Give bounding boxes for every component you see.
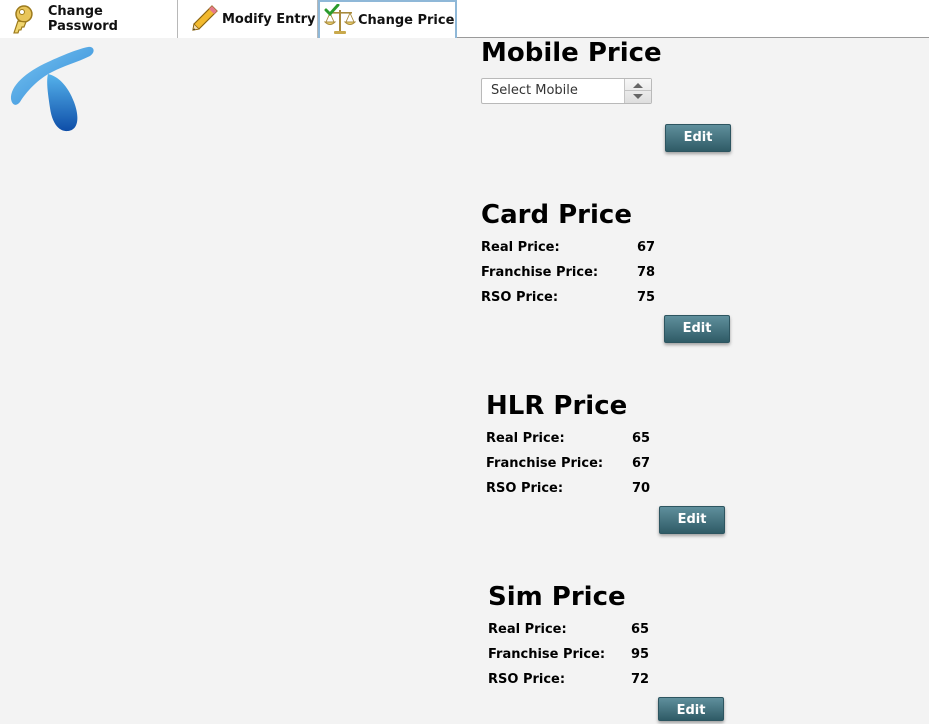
arrow-up-icon — [633, 83, 643, 88]
price-value: 72 — [631, 672, 650, 687]
mobile-edit-button[interactable]: Edit — [665, 124, 731, 152]
price-label: Franchise Price: — [486, 456, 604, 471]
sim-price-section: Sim Price Real Price: 65 Franchise Price… — [488, 582, 688, 692]
section-title: Card Price — [481, 200, 632, 230]
tab-bar: Change Password Modify Entry Change Pric… — [0, 0, 929, 38]
select-spinner[interactable] — [624, 79, 651, 103]
price-row: Franchise Price: 67 — [486, 451, 686, 476]
tab-label: Change Price — [358, 12, 455, 28]
hlr-edit-button[interactable]: Edit — [659, 506, 725, 534]
price-label: RSO Price: — [481, 290, 559, 305]
price-row: RSO Price: 70 — [486, 476, 686, 501]
tab-change-password[interactable]: Change Password — [0, 0, 178, 38]
tab-change-price[interactable]: Change Price — [318, 0, 457, 38]
price-value: 65 — [632, 431, 651, 446]
price-label: RSO Price: — [486, 481, 564, 496]
scale-check-icon — [324, 4, 356, 34]
price-label: Real Price: — [481, 240, 560, 255]
price-value: 67 — [637, 240, 656, 255]
mobile-price-section: Mobile Price — [481, 38, 662, 68]
arrow-down-icon — [633, 94, 643, 99]
price-value: 75 — [637, 290, 656, 305]
price-row: RSO Price: 75 — [481, 285, 681, 310]
card-edit-button[interactable]: Edit — [664, 315, 730, 343]
price-row: Franchise Price: 95 — [488, 642, 688, 667]
tab-label: Change Password — [47, 4, 118, 34]
tab-label: Modify Entry — [222, 11, 316, 27]
price-row: Real Price: 67 — [481, 235, 681, 260]
price-value: 95 — [631, 647, 650, 662]
price-label: Real Price: — [486, 431, 565, 446]
sim-edit-button[interactable]: Edit — [658, 697, 724, 721]
section-title: HLR Price — [486, 391, 628, 421]
hlr-price-section: HLR Price Real Price: 65 Franchise Price… — [486, 391, 686, 501]
section-title: Mobile Price — [481, 38, 662, 68]
pencil-icon — [192, 5, 218, 31]
price-label: Real Price: — [488, 622, 567, 637]
price-value: 65 — [631, 622, 650, 637]
tab-modify-entry[interactable]: Modify Entry — [178, 0, 318, 38]
price-row: Real Price: 65 — [488, 617, 688, 642]
price-row: Real Price: 65 — [486, 426, 686, 451]
price-value: 70 — [632, 481, 651, 496]
key-icon — [13, 5, 33, 34]
card-price-section: Card Price Real Price: 67 Franchise Pric… — [481, 200, 681, 310]
select-value: Select Mobile — [491, 83, 578, 98]
price-label: Franchise Price: — [488, 647, 606, 662]
price-label: Franchise Price: — [481, 265, 599, 280]
price-value: 67 — [632, 456, 651, 471]
price-row: Franchise Price: 78 — [481, 260, 681, 285]
price-row: RSO Price: 72 — [488, 667, 688, 692]
price-label: RSO Price: — [488, 672, 566, 687]
section-title: Sim Price — [488, 582, 626, 612]
mobile-select[interactable]: Select Mobile — [481, 78, 652, 104]
brand-logo-icon — [10, 46, 94, 132]
price-value: 78 — [637, 265, 656, 280]
